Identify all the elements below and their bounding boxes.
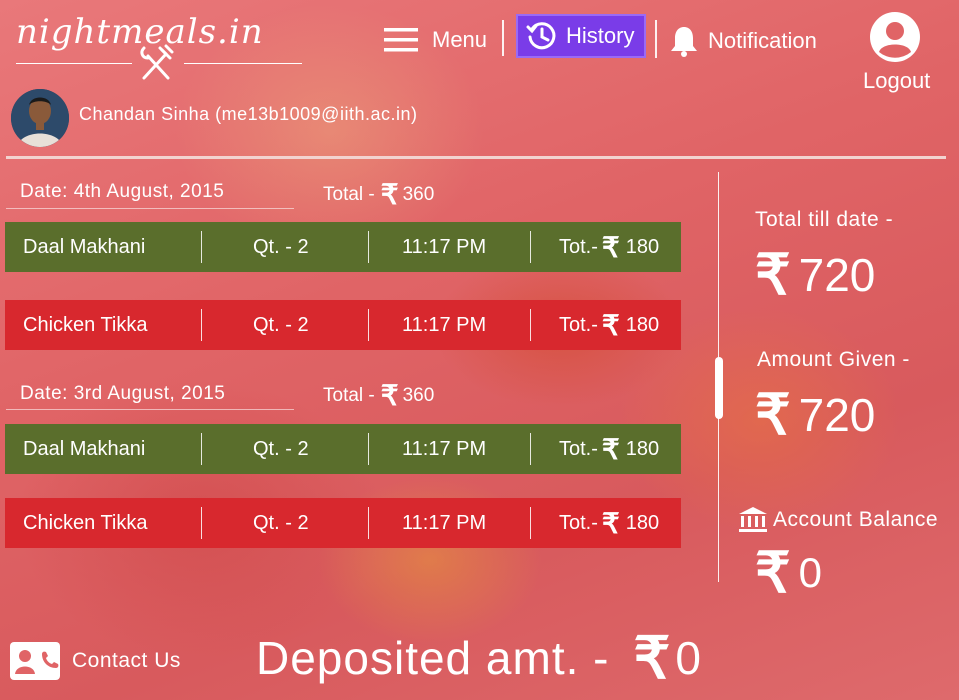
cell-divider bbox=[368, 309, 369, 341]
logout-label: Logout bbox=[863, 68, 931, 93]
brand-logo[interactable]: nightmeals.in bbox=[16, 10, 302, 80]
user-name-email: Chandan Sinha (me13b1009@iith.ac.in) bbox=[79, 104, 418, 124]
item-total-value: 180 bbox=[625, 313, 660, 336]
item-total-value: 180 bbox=[625, 437, 660, 460]
rupee-icon: ₹ bbox=[755, 243, 791, 306]
nav-separator bbox=[502, 20, 504, 56]
deposited-amount: Deposited amt. - ₹ 0 bbox=[256, 624, 702, 692]
logo-divider-left bbox=[16, 63, 132, 64]
order-total-value: 360 bbox=[402, 384, 435, 406]
contact-card-icon bbox=[10, 642, 60, 680]
rupee-icon: ₹ bbox=[601, 433, 620, 465]
cell-divider bbox=[530, 231, 531, 263]
cell-divider bbox=[530, 507, 531, 539]
total-till-date-label: Total till date - bbox=[755, 208, 894, 231]
amount-given-label: Amount Given - bbox=[757, 348, 910, 371]
account-balance-value: 0 bbox=[798, 549, 822, 596]
scrollbar-thumb[interactable] bbox=[715, 357, 723, 419]
header-divider bbox=[6, 156, 946, 159]
order-total: Total - ₹ 360 bbox=[323, 178, 434, 211]
item-qty: Qt. - 2 bbox=[253, 235, 309, 258]
account-balance-label: Account Balance bbox=[773, 508, 939, 531]
item-total-prefix: Tot.- bbox=[559, 511, 598, 534]
order-total-prefix: Total - bbox=[323, 183, 375, 205]
history-button[interactable]: History bbox=[516, 14, 646, 58]
rupee-icon: ₹ bbox=[755, 541, 791, 604]
hamburger-icon bbox=[384, 28, 418, 52]
rupee-icon: ₹ bbox=[380, 380, 399, 411]
total-till-date: ₹ 720 bbox=[755, 242, 875, 308]
order-total: Total - ₹ 360 bbox=[323, 379, 434, 412]
item-total: Tot.- ₹ 180 bbox=[559, 222, 659, 272]
item-qty: Qt. - 2 bbox=[253, 313, 309, 336]
order-date: Date: 3rd August, 2015 bbox=[20, 383, 226, 404]
rupee-icon: ₹ bbox=[633, 626, 672, 691]
item-total: Tot.- ₹ 180 bbox=[559, 498, 659, 548]
item-time: 11:17 PM bbox=[402, 511, 487, 534]
contact-us-button[interactable]: Contact Us bbox=[10, 642, 181, 680]
account-balance-heading: Account Balance bbox=[738, 506, 938, 534]
item-total-value: 180 bbox=[625, 235, 660, 258]
total-till-date-value: 720 bbox=[798, 249, 876, 301]
menu-label: Menu bbox=[432, 27, 488, 52]
order-item-row[interactable]: Chicken Tikka Qt. - 2 11:17 PM Tot.- ₹ 1… bbox=[5, 300, 681, 350]
item-name: Daal Makhani bbox=[23, 235, 146, 258]
item-time: 11:17 PM bbox=[402, 235, 487, 258]
cell-divider bbox=[201, 507, 202, 539]
menu-button[interactable]: Menu bbox=[384, 24, 487, 56]
avatar bbox=[11, 89, 69, 147]
rupee-icon: ₹ bbox=[601, 507, 620, 539]
cell-divider bbox=[201, 309, 202, 341]
item-total: Tot.- ₹ 180 bbox=[559, 300, 659, 350]
cell-divider bbox=[530, 433, 531, 465]
order-item-row[interactable]: Daal Makhani Qt. - 2 11:17 PM Tot.- ₹ 18… bbox=[5, 424, 681, 474]
nav-separator bbox=[655, 20, 657, 58]
date-underline bbox=[6, 409, 294, 410]
item-total: Tot.- ₹ 180 bbox=[559, 424, 659, 474]
user-icon bbox=[870, 12, 920, 62]
account-balance: ₹ 0 bbox=[755, 540, 822, 606]
order-item-row[interactable]: Chicken Tikka Qt. - 2 11:17 PM Tot.- ₹ 1… bbox=[5, 498, 681, 548]
notification-button[interactable]: Notification bbox=[668, 24, 817, 58]
item-name: Chicken Tikka bbox=[23, 313, 148, 336]
order-date: Date: 4th August, 2015 bbox=[20, 181, 225, 202]
logo-divider-right bbox=[184, 63, 302, 64]
item-time: 11:17 PM bbox=[402, 437, 487, 460]
amount-given: ₹ 720 bbox=[755, 382, 875, 448]
item-qty: Qt. - 2 bbox=[253, 511, 309, 534]
notification-label: Notification bbox=[708, 28, 817, 53]
rupee-icon: ₹ bbox=[755, 383, 791, 446]
item-total-prefix: Tot.- bbox=[559, 235, 598, 258]
cell-divider bbox=[201, 433, 202, 465]
cell-divider bbox=[368, 507, 369, 539]
item-name: Daal Makhani bbox=[23, 437, 146, 460]
history-icon bbox=[526, 22, 556, 50]
history-label: History bbox=[566, 23, 635, 48]
rupee-icon: ₹ bbox=[601, 231, 620, 263]
item-name: Chicken Tikka bbox=[23, 511, 148, 534]
bank-icon bbox=[739, 507, 767, 532]
bell-icon bbox=[671, 27, 697, 57]
item-total-prefix: Tot.- bbox=[559, 313, 598, 336]
item-time: 11:17 PM bbox=[402, 313, 487, 336]
order-total-value: 360 bbox=[402, 183, 435, 205]
item-total-value: 180 bbox=[625, 511, 660, 534]
item-qty: Qt. - 2 bbox=[253, 437, 309, 460]
deposited-value: 0 bbox=[675, 632, 702, 684]
cell-divider bbox=[368, 433, 369, 465]
cell-divider bbox=[368, 231, 369, 263]
item-total-prefix: Tot.- bbox=[559, 437, 598, 460]
cell-divider bbox=[201, 231, 202, 263]
cell-divider bbox=[530, 309, 531, 341]
rupee-icon: ₹ bbox=[601, 309, 620, 341]
order-total-prefix: Total - bbox=[323, 384, 375, 406]
rupee-icon: ₹ bbox=[380, 179, 399, 210]
fork-knife-icon bbox=[140, 44, 174, 80]
order-item-row[interactable]: Daal Makhani Qt. - 2 11:17 PM Tot.- ₹ 18… bbox=[5, 222, 681, 272]
amount-given-value: 720 bbox=[798, 389, 876, 441]
date-underline bbox=[6, 208, 294, 209]
logout-button[interactable]: Logout bbox=[860, 12, 936, 96]
deposited-label: Deposited amt. - bbox=[256, 632, 610, 684]
contact-us-label: Contact Us bbox=[72, 649, 181, 672]
